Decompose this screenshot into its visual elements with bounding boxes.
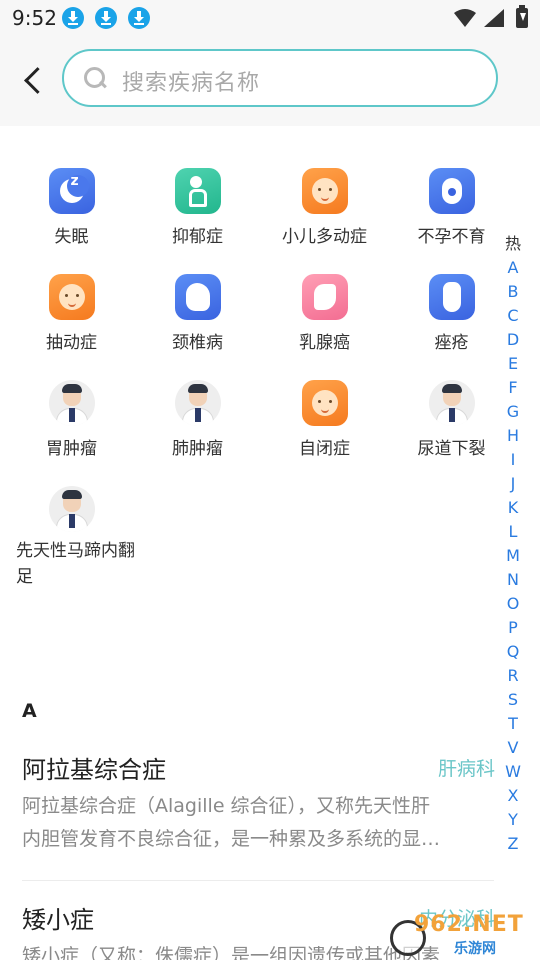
condition-label: 抑郁症 bbox=[172, 227, 223, 247]
condition-label: 痤疮 bbox=[434, 333, 469, 353]
sleep-moon-icon: z bbox=[48, 168, 95, 214]
condition-label: 先天性马蹄内翻足 bbox=[16, 541, 135, 587]
index-letter[interactable]: L bbox=[504, 520, 522, 544]
condition-item[interactable]: 不孕不育 bbox=[388, 150, 515, 256]
condition-item[interactable]: 先天性马蹄内翻足 bbox=[8, 468, 135, 598]
breast-icon bbox=[301, 274, 348, 320]
condition-label: 失眠 bbox=[54, 227, 89, 247]
index-letter[interactable]: K bbox=[504, 496, 522, 520]
hand-skin-icon bbox=[428, 274, 475, 320]
index-letter[interactable]: M bbox=[504, 544, 522, 568]
condition-label: 颈椎病 bbox=[172, 333, 223, 353]
index-letter[interactable]: H bbox=[504, 424, 522, 448]
index-letter[interactable]: C bbox=[504, 304, 522, 328]
watermark-logo: 962.NET 乐游网 bbox=[384, 908, 534, 958]
condition-item[interactable]: 小儿多动症 bbox=[261, 150, 388, 256]
alphabet-index[interactable]: 热 A B C D E F G H I J K L M N O P Q R S … bbox=[504, 232, 522, 856]
index-letter[interactable]: F bbox=[504, 376, 522, 400]
condition-label: 不孕不育 bbox=[417, 227, 486, 247]
battery-charging-icon bbox=[516, 5, 528, 28]
index-letter[interactable]: R bbox=[504, 664, 522, 688]
disease-description-line: 内胆管发育不良综合征，是一种累及多系统的显… bbox=[22, 828, 441, 850]
back-arrow-icon[interactable] bbox=[22, 66, 44, 94]
fertility-icon bbox=[428, 168, 475, 214]
index-letter[interactable]: A bbox=[504, 256, 522, 280]
baby-face-icon bbox=[301, 380, 348, 426]
index-letter[interactable]: E bbox=[504, 352, 522, 376]
index-letter[interactable]: T bbox=[504, 712, 522, 736]
department-tag[interactable]: 肝病科 bbox=[438, 754, 495, 781]
index-letter[interactable]: V bbox=[504, 736, 522, 760]
index-letter[interactable]: D bbox=[504, 328, 522, 352]
condition-label: 胃肿瘤 bbox=[46, 439, 97, 459]
status-time: 9:52 bbox=[12, 6, 57, 30]
condition-label: 尿道下裂 bbox=[417, 439, 486, 459]
divider bbox=[22, 880, 494, 881]
index-letter[interactable]: J bbox=[504, 472, 522, 496]
condition-label: 抽动症 bbox=[46, 333, 97, 353]
condition-item[interactable]: 抑郁症 bbox=[134, 150, 261, 256]
condition-label: 小儿多动症 bbox=[282, 227, 367, 247]
index-letter[interactable]: O bbox=[504, 592, 522, 616]
index-letter[interactable]: P bbox=[504, 616, 522, 640]
index-letter[interactable]: Q bbox=[504, 640, 522, 664]
doctor-avatar-icon bbox=[174, 380, 221, 426]
doctor-avatar-icon bbox=[48, 380, 95, 426]
condition-item[interactable]: z 失眠 bbox=[8, 150, 135, 256]
doctor-avatar-icon bbox=[428, 380, 475, 426]
index-letter[interactable]: G bbox=[504, 400, 522, 424]
doctor-avatar-icon bbox=[48, 486, 95, 532]
wifi-icon bbox=[454, 9, 476, 27]
condition-label: 乳腺癌 bbox=[299, 333, 350, 353]
condition-item[interactable]: 肺肿瘤 bbox=[134, 362, 261, 468]
condition-item[interactable]: 尿道下裂 bbox=[388, 362, 515, 468]
disease-title[interactable]: 矮小症 bbox=[22, 900, 94, 935]
baby-face-icon bbox=[301, 168, 348, 214]
index-letter[interactable]: B bbox=[504, 280, 522, 304]
condition-item[interactable]: 颈椎病 bbox=[134, 256, 261, 362]
condition-item[interactable]: 抽动症 bbox=[8, 256, 135, 362]
index-letter[interactable]: W bbox=[504, 760, 522, 784]
signal-icon bbox=[484, 9, 504, 27]
section-header: A bbox=[22, 700, 37, 722]
condition-label: 自闭症 bbox=[299, 439, 350, 459]
search-placeholder: 搜索疾病名称 bbox=[122, 71, 261, 96]
index-letter[interactable]: X bbox=[504, 784, 522, 808]
index-hot[interactable]: 热 bbox=[504, 232, 522, 256]
download-icon bbox=[128, 7, 150, 29]
head-profile-icon bbox=[174, 274, 221, 320]
disease-description-line: 阿拉基综合症（Alagille 综合征），又称先天性肝 bbox=[22, 795, 431, 817]
condition-item[interactable]: 自闭症 bbox=[261, 362, 388, 468]
condition-item[interactable]: 胃肿瘤 bbox=[8, 362, 135, 468]
disease-title[interactable]: 阿拉基综合症 bbox=[22, 750, 166, 785]
search-icon bbox=[84, 67, 108, 91]
index-letter[interactable]: S bbox=[504, 688, 522, 712]
search-input[interactable]: 搜索疾病名称 bbox=[62, 49, 498, 107]
depression-person-icon bbox=[174, 168, 221, 214]
download-icon bbox=[62, 7, 84, 29]
condition-label: 肺肿瘤 bbox=[172, 439, 223, 459]
status-bar: 9:52 bbox=[0, 0, 540, 36]
index-letter[interactable]: Y bbox=[504, 808, 522, 832]
download-icon bbox=[95, 7, 117, 29]
index-letter[interactable]: I bbox=[504, 448, 522, 472]
index-letter[interactable]: Z bbox=[504, 832, 522, 856]
baby-face-icon bbox=[48, 274, 95, 320]
condition-item[interactable]: 痤疮 bbox=[388, 256, 515, 362]
index-letter[interactable]: N bbox=[504, 568, 522, 592]
condition-item[interactable]: 乳腺癌 bbox=[261, 256, 388, 362]
header: 搜索疾病名称 bbox=[0, 36, 540, 126]
